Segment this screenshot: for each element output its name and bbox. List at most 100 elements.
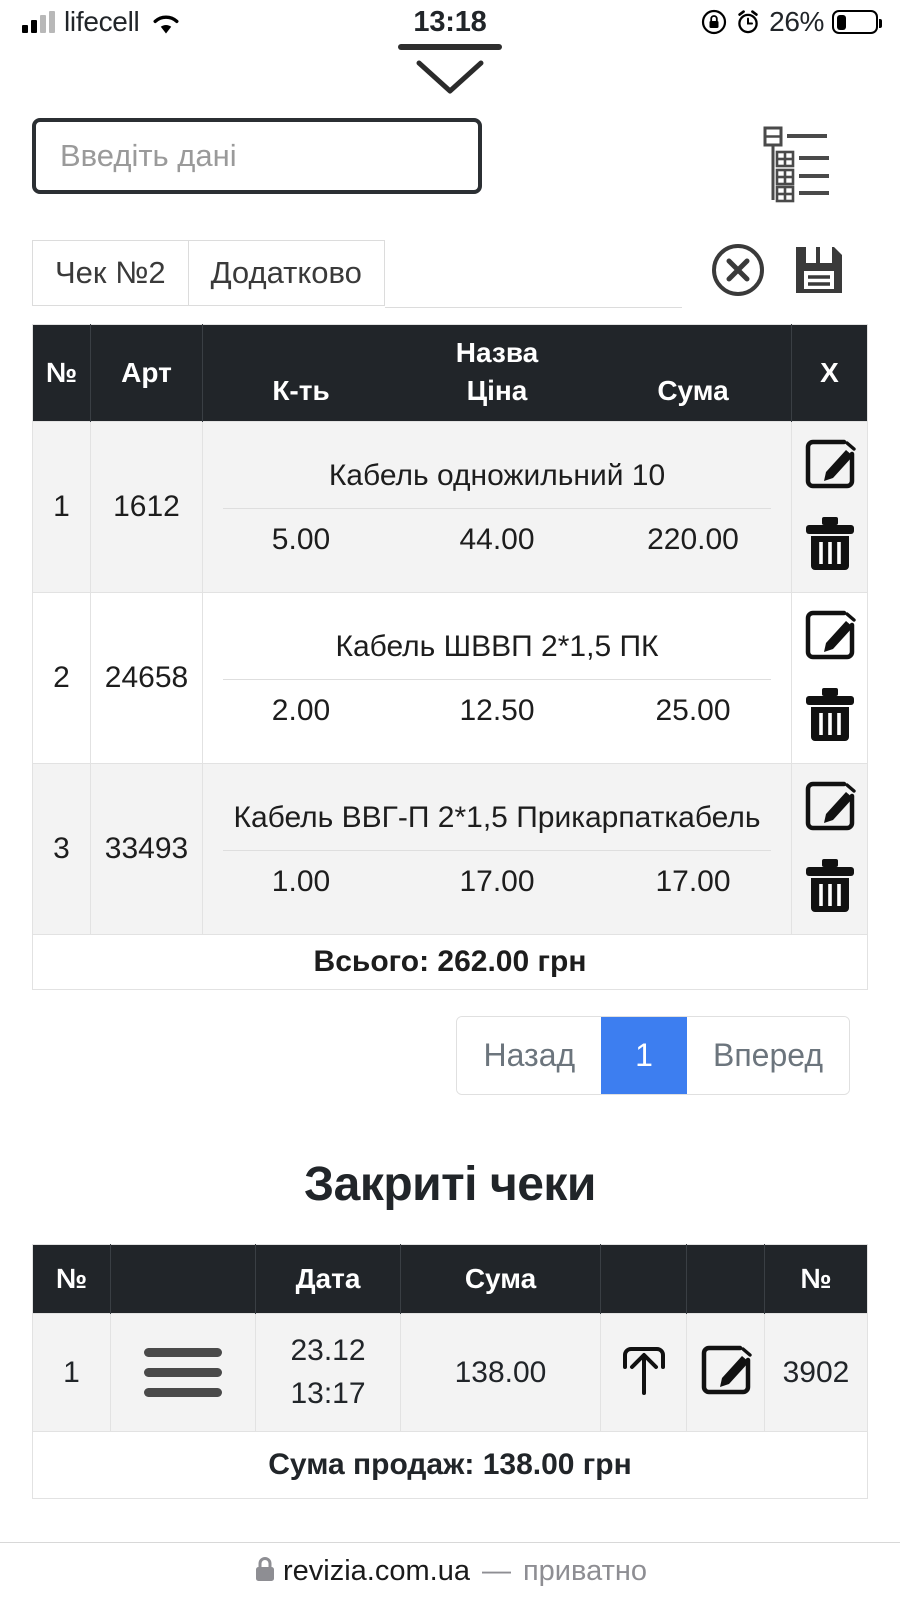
delete-icon[interactable] <box>803 514 857 580</box>
receipt-total-row: Всього: 262.00 грн <box>32 934 868 990</box>
cell-sum: 220.00 <box>647 522 739 556</box>
header-name-group: Назва К-ть Ціна Сума <box>202 324 792 422</box>
tab-receipt-2[interactable]: Чек №2 <box>32 239 189 306</box>
drag-handle-bar[interactable] <box>398 44 502 50</box>
closed-cell-upload[interactable] <box>600 1312 687 1432</box>
closed-cell-receipt-no: 3902 <box>764 1312 868 1432</box>
lock-icon <box>253 1555 277 1588</box>
header-x: X <box>820 357 839 388</box>
app-root: lifecell 13:18 26% Введіть дані Чек №2 Д… <box>0 0 900 1600</box>
delete-icon[interactable] <box>803 856 857 922</box>
closed-header-row: № Дата Сума № <box>32 1244 868 1314</box>
cell-name: Кабель одножильний 10 <box>328 459 666 493</box>
table-row[interactable]: 2 24658 Кабель ШВВП 2*1,5 ПК 2.00 12.50 … <box>32 592 868 764</box>
closed-cell-menu[interactable] <box>110 1312 256 1432</box>
cell-qty: 5.00 <box>271 522 331 556</box>
table-row[interactable]: 1 1612 Кабель одножильний 10 5.00 44.00 … <box>32 421 868 593</box>
cell-qty: 2.00 <box>271 693 331 727</box>
closed-total-row: Сума продаж: 138.00 грн <box>32 1431 868 1499</box>
cell-sum: 17.00 <box>655 864 731 898</box>
status-bar-clock: 13:18 <box>413 5 487 38</box>
cell-actions <box>791 763 868 935</box>
cell-price: 44.00 <box>459 522 535 556</box>
closed-header-date: Дата <box>255 1244 401 1314</box>
receipt-table-body: 1 1612 Кабель одножильний 10 5.00 44.00 … <box>32 421 868 990</box>
chevron-down-icon[interactable] <box>414 58 486 101</box>
save-floppy-icon[interactable] <box>792 243 846 302</box>
cell-qty: 1.00 <box>271 864 331 898</box>
browser-private-label: приватно <box>522 1555 647 1587</box>
tab-list: Чек №2 Додатково <box>32 239 385 306</box>
page-content: Чек №2 Додатково <box>0 118 900 1500</box>
cell-art: 1612 <box>90 421 203 593</box>
closed-table-body: 1 23.12 13:17 138.00 3902 Сума продаж: 1… <box>32 1312 868 1499</box>
cell-numbers: 5.00 44.00 220.00 <box>203 509 791 575</box>
search-row <box>32 118 868 209</box>
cell-price: 17.00 <box>459 864 535 898</box>
cell-price: 12.50 <box>459 693 535 727</box>
pagination-page-1[interactable]: 1 <box>601 1017 687 1094</box>
upload-icon[interactable] <box>615 1346 673 1406</box>
closed-time: 13:17 <box>290 1376 366 1410</box>
pagination-prev[interactable]: Назад <box>457 1017 602 1094</box>
page-title: Закриті чеки <box>304 1158 596 1211</box>
closed-header-num2: № <box>800 1263 832 1294</box>
receipt-table-head: № Арт Назва К-ть Ціна Сума X <box>32 324 868 422</box>
closed-receipts-table: № Дата Сума № 1 23.12 13:17 138.00 3902 … <box>32 1244 868 1500</box>
delete-icon[interactable] <box>803 685 857 751</box>
closed-header-num: № <box>32 1244 111 1314</box>
cell-name-group: Кабель одножильний 10 5.00 44.00 220.00 <box>202 421 792 593</box>
closed-cell-num: 1 <box>32 1312 111 1432</box>
cell-numbers: 1.00 17.00 17.00 <box>203 851 791 917</box>
receipt-total: Всього: 262.00 грн <box>32 934 868 990</box>
pagination-next[interactable]: Вперед <box>686 1017 849 1094</box>
edit-icon[interactable] <box>801 434 859 500</box>
cell-sum: 25.00 <box>655 693 731 727</box>
cell-art: 24658 <box>90 592 203 764</box>
browser-url[interactable]: revizia.com.ua <box>283 1555 470 1588</box>
cell-name: Кабель ШВВП 2*1,5 ПК <box>335 630 659 664</box>
pagination-wrap: Назад 1 Вперед <box>32 1016 868 1095</box>
pagination: Назад 1 Вперед <box>456 1016 850 1095</box>
edit-icon[interactable] <box>697 1345 755 1405</box>
closed-header-blank3 <box>686 1244 765 1314</box>
receipt-items-table: № Арт Назва К-ть Ціна Сума X 1 1612 Кабе… <box>32 324 868 990</box>
cell-num: 3 <box>32 763 91 935</box>
header-subrow: К-ть Ціна Сума <box>203 375 791 421</box>
tabs-bar: Чек №2 Додатково <box>32 237 868 308</box>
closed-total: Сума продаж: 138.00 грн <box>32 1431 868 1499</box>
closed-date: 23.12 <box>290 1334 366 1367</box>
closed-cell-date: 23.12 13:17 <box>255 1312 401 1432</box>
edit-icon[interactable] <box>801 605 859 671</box>
closed-table-head: № Дата Сума № <box>32 1244 868 1314</box>
cell-numbers: 2.00 12.50 25.00 <box>203 680 791 746</box>
table-row[interactable]: 3 33493 Кабель ВВГ-П 2*1,5 Прикарпаткабе… <box>32 763 868 935</box>
cell-num: 1 <box>32 421 91 593</box>
browser-footer: revizia.com.ua — приватно <box>0 1542 900 1600</box>
close-circle-icon[interactable] <box>710 242 766 303</box>
receipt-header-row: № Арт Назва К-ть Ціна Сума X <box>32 324 868 422</box>
header-name: Назва <box>455 337 539 368</box>
data-input[interactable] <box>32 118 482 194</box>
tab-filler <box>384 237 682 308</box>
cell-name-group: Кабель ВВГ-П 2*1,5 Прикарпаткабель 1.00 … <box>202 763 792 935</box>
cell-name-group: Кабель ШВВП 2*1,5 ПК 2.00 12.50 25.00 <box>202 592 792 764</box>
battery-icon <box>832 10 882 34</box>
header-sum: Сума <box>657 375 729 406</box>
edit-icon[interactable] <box>801 776 859 842</box>
cell-actions <box>791 592 868 764</box>
table-row[interactable]: 1 23.12 13:17 138.00 3902 <box>32 1312 868 1432</box>
tab-additional[interactable]: Додатково <box>188 239 385 306</box>
header-price: Ціна <box>466 375 528 406</box>
closed-cell-edit[interactable] <box>686 1312 765 1432</box>
tab-actions <box>682 242 868 303</box>
browser-pull-handle[interactable] <box>0 44 900 96</box>
header-num: № <box>32 324 91 422</box>
closed-header-blank2 <box>600 1244 687 1314</box>
hamburger-menu-icon[interactable] <box>113 1348 253 1398</box>
status-bar: lifecell 13:18 26% <box>0 0 900 44</box>
cell-num: 2 <box>32 592 91 764</box>
cell-art: 33493 <box>90 763 203 935</box>
cell-actions <box>791 421 868 593</box>
hierarchy-list-icon[interactable] <box>761 124 833 209</box>
